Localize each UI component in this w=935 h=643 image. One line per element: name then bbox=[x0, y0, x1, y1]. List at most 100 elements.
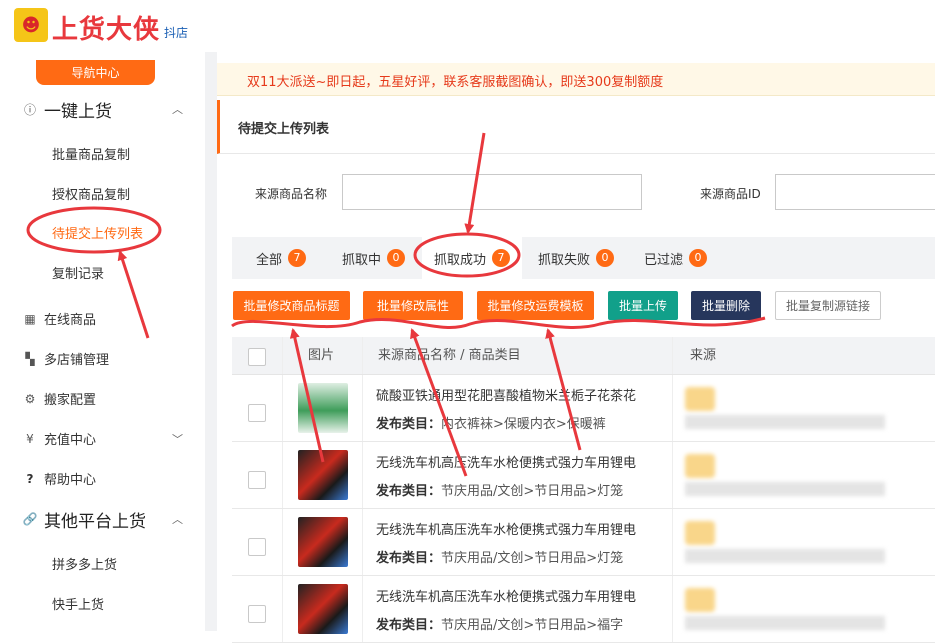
promo-notice-text: 双11大派送~即日起，五星好评，联系客服截图确认，即送300复制额度 bbox=[247, 75, 664, 90]
top-bar: ☻ 上货大侠 抖店 bbox=[0, 0, 935, 52]
column-divider bbox=[672, 375, 673, 441]
page-title: 待提交上传列表 bbox=[238, 122, 330, 137]
product-title-link[interactable]: 无线洗车机高压洗车水枪便携式强力车用锂电 bbox=[376, 519, 660, 538]
source-id-label: 来源商品ID bbox=[700, 187, 761, 201]
sidebar-item-pinduoduo[interactable]: 拼多多上货 bbox=[52, 554, 117, 573]
tab-label: 抓取失败 bbox=[538, 252, 591, 268]
sidebar-group-one-click-upload[interactable]: ⓘ 一键上货 ︿ bbox=[22, 97, 205, 122]
batch-delete-button[interactable]: 批量删除 bbox=[691, 291, 761, 320]
batch-edit-titles-button[interactable]: 批量修改商品标题 bbox=[233, 291, 350, 320]
column-header-source: 来源 bbox=[690, 348, 717, 363]
source-shop-blurred bbox=[685, 588, 715, 612]
column-header-image: 图片 bbox=[308, 348, 335, 363]
tab-count-badge: 7 bbox=[288, 249, 307, 267]
tab-label: 全部 bbox=[256, 252, 283, 268]
product-thumbnail[interactable] bbox=[298, 383, 348, 433]
tab-label: 抓取中 bbox=[342, 252, 382, 268]
sidebar-gutter bbox=[205, 52, 217, 631]
column-divider bbox=[282, 509, 283, 575]
category-value: 内衣裤袜>保暖内衣>保暖裤 bbox=[441, 417, 606, 432]
sidebar-group-label: 其他平台上货 bbox=[44, 511, 146, 532]
tab-count-badge: 7 bbox=[492, 249, 511, 267]
sidebar bbox=[0, 52, 205, 631]
tab-count-badge: 0 bbox=[596, 249, 615, 267]
tab-filtered[interactable]: 已过滤 0 bbox=[644, 237, 708, 279]
column-divider bbox=[362, 375, 363, 441]
sidebar-item-migration-config[interactable]: ⚙ 搬家配置 bbox=[22, 389, 205, 409]
product-category: 发布类目：节庆用品/文创>节日用品>灯笼 bbox=[376, 480, 623, 499]
tab-fetching[interactable]: 抓取中 0 bbox=[342, 237, 406, 279]
product-thumbnail[interactable] bbox=[298, 450, 348, 500]
source-shop-blurred bbox=[685, 387, 715, 411]
sidebar-item-recharge[interactable]: ¥ 充值中心 ﹀ bbox=[22, 429, 205, 449]
batch-upload-button[interactable]: 批量上传 bbox=[608, 291, 678, 320]
product-title-link[interactable]: 硫酸亚铁通用型花肥喜酸植物米兰栀子花茶花 bbox=[376, 385, 660, 404]
sidebar-item-copy-records[interactable]: 复制记录 bbox=[52, 263, 104, 282]
column-divider bbox=[362, 442, 363, 508]
batch-copy-links-button[interactable]: 批量复制源链接 bbox=[775, 291, 881, 320]
column-divider bbox=[282, 337, 283, 374]
tab-all[interactable]: 全部 7 bbox=[256, 237, 307, 279]
status-tabs: 全部 7 抓取中 0 抓取成功 7 抓取失败 0 已过滤 0 bbox=[232, 237, 935, 279]
row-checkbox[interactable] bbox=[248, 605, 266, 623]
yen-icon: ¥ bbox=[26, 431, 34, 446]
row-checkbox[interactable] bbox=[248, 538, 266, 556]
sidebar-item-label: 搬家配置 bbox=[44, 393, 97, 408]
question-icon: ? bbox=[26, 471, 34, 486]
sidebar-item-help[interactable]: ? 帮助中心 bbox=[22, 469, 205, 489]
table-row: 无线洗车机高压洗车水枪便携式强力车用锂电 发布类目：节庆用品/文创>节日用品>灯… bbox=[232, 509, 935, 576]
source-info-blurred bbox=[685, 415, 885, 429]
product-title-link[interactable]: 无线洗车机高压洗车水枪便携式强力车用锂电 bbox=[376, 452, 660, 471]
source-info-blurred bbox=[685, 482, 885, 496]
sidebar-group-other-platforms[interactable]: 🔗 其他平台上货 ︿ bbox=[22, 507, 205, 532]
tab-count-badge: 0 bbox=[387, 249, 406, 267]
sidebar-item-online-products[interactable]: ▦ 在线商品 bbox=[22, 309, 205, 329]
table-row: 无线洗车机高压洗车水枪便携式强力车用锂电 发布类目：节庆用品/文创>节日用品>灯… bbox=[232, 442, 935, 509]
table-row: 无线洗车机高压洗车水枪便携式强力车用锂电 发布类目：节庆用品/文创>节日用品>福… bbox=[232, 576, 935, 643]
gear-icon: ⚙ bbox=[24, 391, 36, 406]
tab-label: 抓取成功 bbox=[434, 252, 487, 268]
sidebar-item-label: 多店铺管理 bbox=[44, 353, 110, 368]
column-divider bbox=[362, 509, 363, 575]
source-id-input[interactable] bbox=[775, 174, 935, 210]
select-all-checkbox[interactable] bbox=[248, 348, 266, 366]
batch-edit-shipping-button[interactable]: 批量修改运费模板 bbox=[477, 291, 594, 320]
product-category: 发布类目：节庆用品/文创>节日用品>福字 bbox=[376, 614, 623, 633]
tab-count-badge: 0 bbox=[689, 249, 708, 267]
promo-notice: 双11大派送~即日起，五星好评，联系客服截图确认，即送300复制额度 bbox=[217, 63, 935, 96]
sidebar-item-multi-store[interactable]: ▚ 多店铺管理 bbox=[22, 349, 205, 369]
column-divider bbox=[282, 576, 283, 642]
grid-icon: ▦ bbox=[24, 311, 36, 326]
product-title-link[interactable]: 无线洗车机高压洗车水枪便携式强力车用锂电 bbox=[376, 586, 660, 605]
brand-logo-icon: ☻ bbox=[14, 8, 48, 42]
source-name-input[interactable] bbox=[342, 174, 642, 210]
tab-label: 已过滤 bbox=[644, 252, 684, 268]
tab-fetch-failed[interactable]: 抓取失败 0 bbox=[538, 237, 615, 279]
category-prefix: 发布类目： bbox=[376, 417, 442, 432]
source-name-label: 来源商品名称 bbox=[255, 187, 328, 201]
tab-fetch-success[interactable]: 抓取成功 7 bbox=[422, 237, 523, 279]
sidebar-item-batch-copy[interactable]: 批量商品复制 bbox=[52, 144, 130, 163]
table-header: 图片 来源商品名称 / 商品类目 来源 bbox=[232, 337, 935, 375]
sidebar-item-pending-upload[interactable]: 待提交上传列表 bbox=[52, 223, 143, 242]
batch-edit-attributes-button[interactable]: 批量修改属性 bbox=[363, 291, 463, 320]
sidebar-item-auth-copy[interactable]: 授权商品复制 bbox=[52, 184, 130, 203]
sidebar-item-kuaishou[interactable]: 快手上货 bbox=[52, 594, 104, 613]
product-category: 发布类目：节庆用品/文创>节日用品>灯笼 bbox=[376, 547, 623, 566]
row-checkbox[interactable] bbox=[248, 404, 266, 422]
nav-center-button[interactable]: 导航中心 bbox=[36, 60, 155, 85]
sidebar-item-label: 帮助中心 bbox=[44, 473, 97, 488]
column-divider bbox=[672, 576, 673, 642]
column-divider bbox=[672, 442, 673, 508]
brand-name: 上货大侠 bbox=[52, 15, 161, 45]
info-icon: ⓘ bbox=[23, 102, 36, 117]
page-title-bar: 待提交上传列表 bbox=[217, 100, 935, 154]
category-prefix: 发布类目： bbox=[376, 484, 442, 499]
column-divider bbox=[362, 576, 363, 642]
category-value: 节庆用品/文创>节日用品>灯笼 bbox=[441, 551, 624, 566]
chevron-down-icon: ﹀ bbox=[172, 432, 183, 446]
row-checkbox[interactable] bbox=[248, 471, 266, 489]
product-thumbnail[interactable] bbox=[298, 517, 348, 567]
product-thumbnail[interactable] bbox=[298, 584, 348, 634]
column-divider bbox=[672, 337, 673, 374]
